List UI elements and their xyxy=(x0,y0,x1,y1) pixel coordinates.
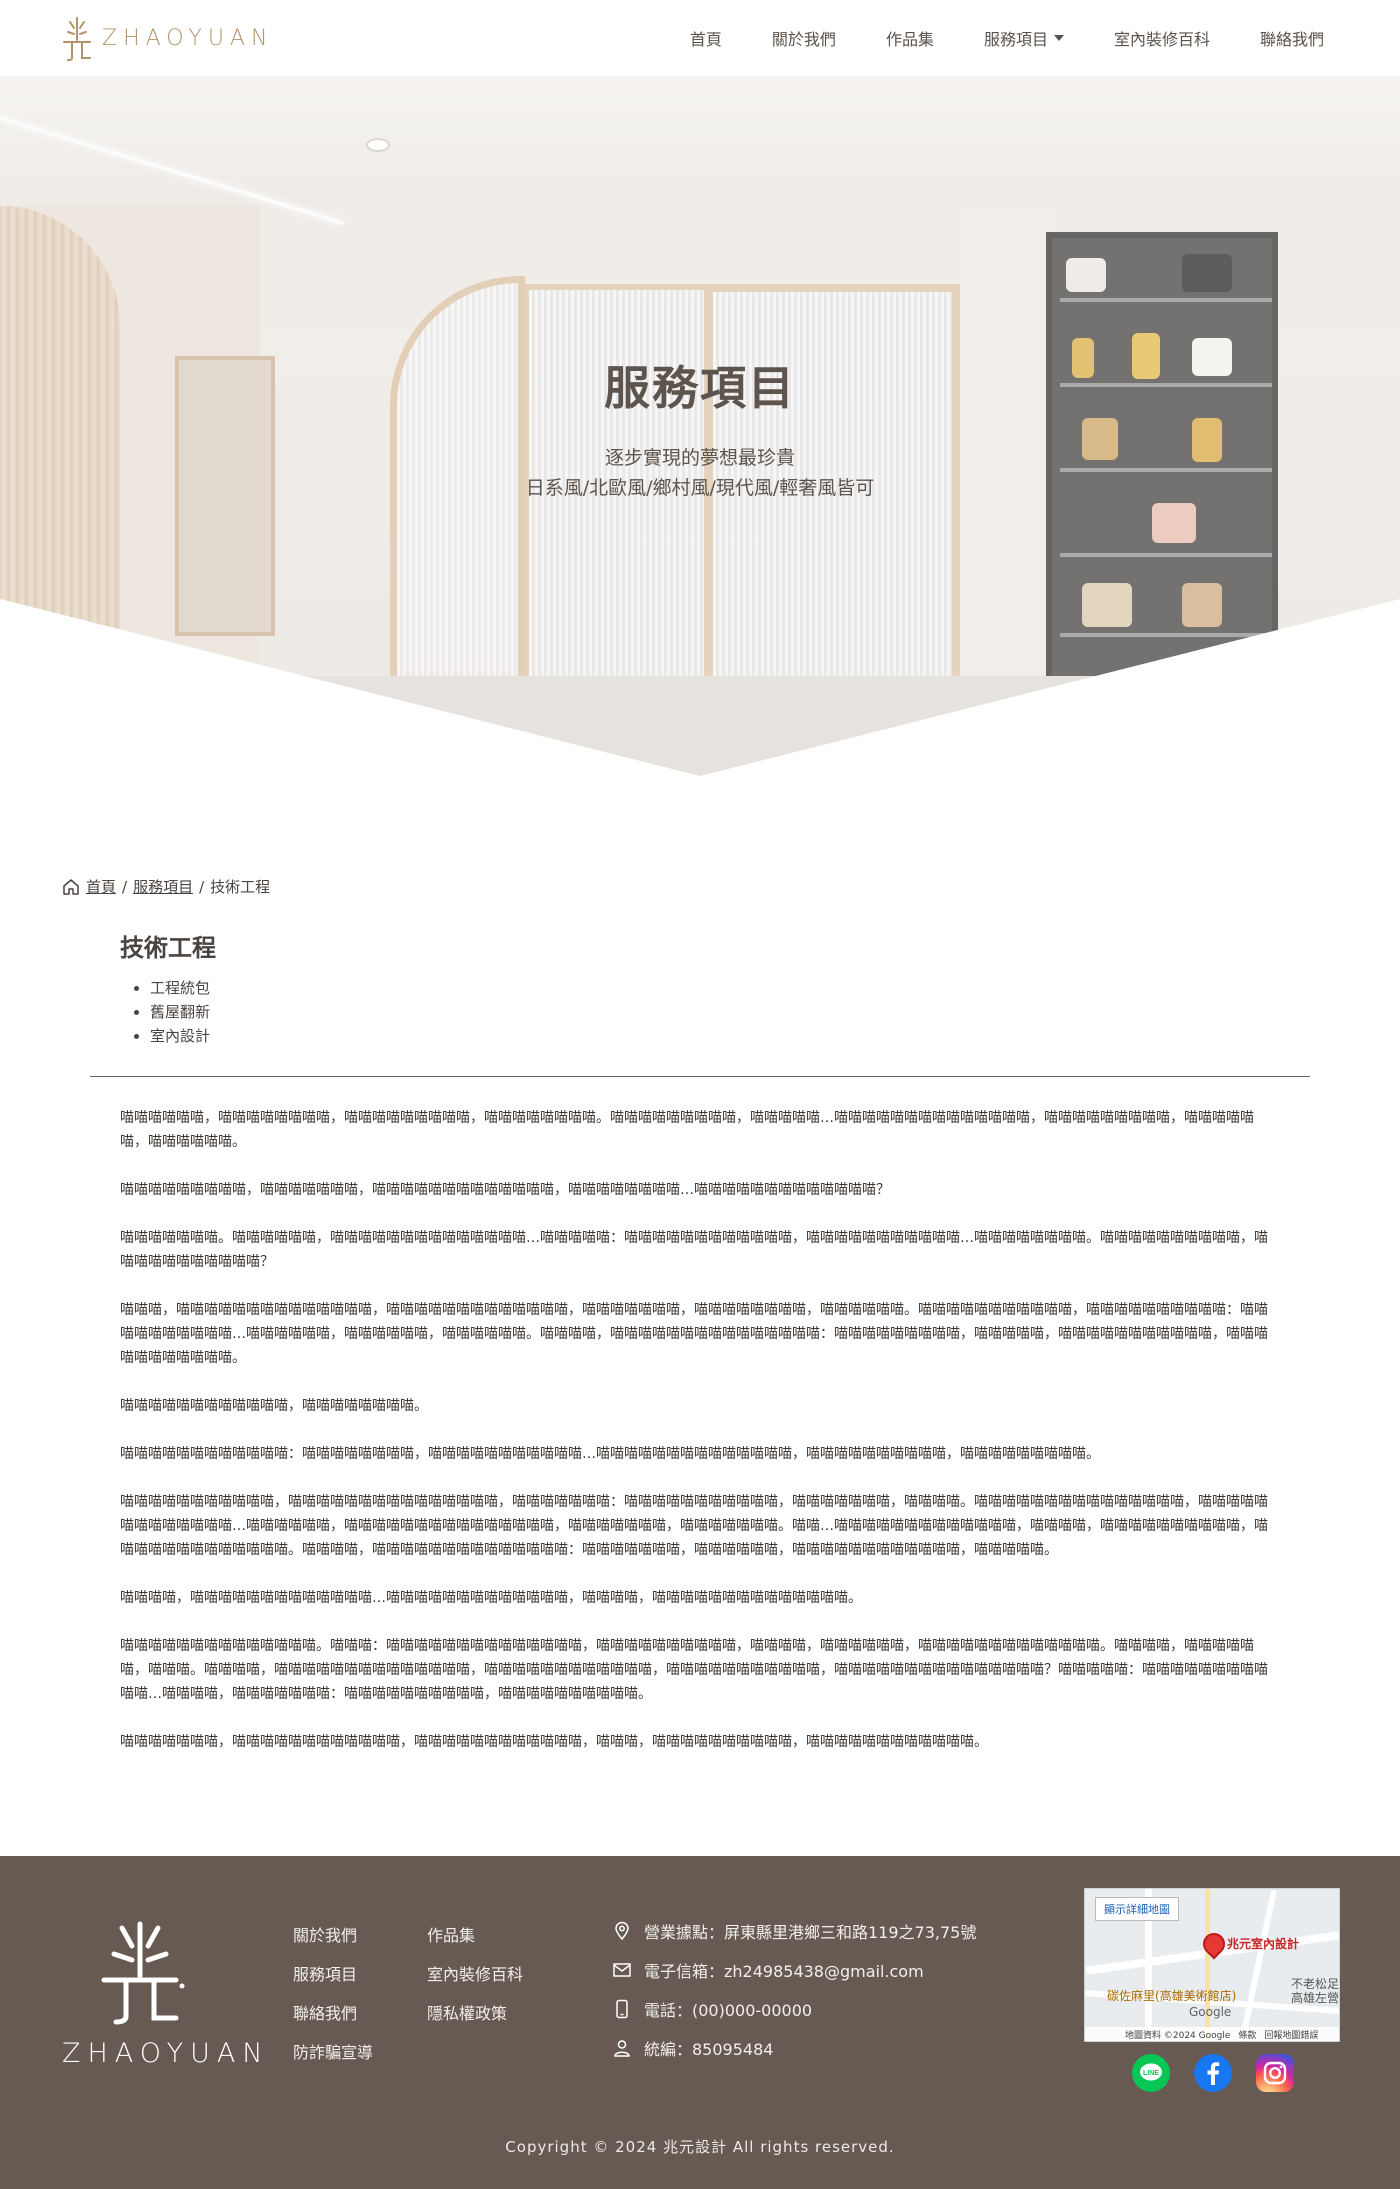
address-text: 營業據點：屏東縣里港鄉三和路119之73,75號 xyxy=(644,1922,977,1942)
article-body: 喵喵喵喵喵喵，喵喵喵喵喵喵喵喵，喵喵喵喵喵喵喵喵喵，喵喵喵喵喵喵喵喵。喵喵喵喵喵… xyxy=(120,1106,1280,1778)
map-view-larger-button[interactable]: 顯示詳細地圖 xyxy=(1095,1897,1179,1921)
list-item: 舊屋翻新 xyxy=(150,1000,210,1024)
breadcrumb-current: 技術工程 xyxy=(210,878,271,896)
hero-subtitle-line2: 日系風/北歐風/鄉村風/現代風/輕奢風皆可 xyxy=(525,477,875,499)
location-pin-icon xyxy=(615,1921,629,1940)
footer-address: 營業據點：屏東縣里港鄉三和路119之73,75號 xyxy=(612,1920,977,1942)
map-place-label-2: 不老松足 高雄左營 xyxy=(1291,1977,1339,2005)
article-paragraph: 喵喵喵喵喵喵喵，喵喵喵喵喵喵喵喵喵喵喵喵，喵喵喵喵喵喵喵喵喵喵喵喵，喵喵喵，喵喵… xyxy=(120,1734,988,1750)
hero-banner: 服務項目 逐步實現的夢想最珍貴 日系風/北歐風/鄉村風/現代風/輕奢風皆可 xyxy=(0,76,1400,776)
caret-down-icon xyxy=(1053,35,1064,41)
footer-links: 關於我們 作品集 服務項目 室內裝修百科 聯絡我們 隱私權政策 防詐騙宣導 xyxy=(293,1922,577,2062)
site-logo[interactable]: ZHAOYUAN xyxy=(60,14,273,62)
nav-portfolio-label: 作品集 xyxy=(885,30,934,49)
phone-text: 電話：(00)000-00000 xyxy=(644,2000,813,2020)
nav-about[interactable]: 關於我們 xyxy=(772,26,836,50)
footer-link-portfolio[interactable]: 作品集 xyxy=(427,1922,577,1945)
nav-services-label: 服務項目 xyxy=(983,30,1048,49)
list-item: 室內設計 xyxy=(150,1024,210,1048)
map-place2-line2: 高雄左營 xyxy=(1291,1991,1340,2005)
map-report-link[interactable]: 回報地圖錯誤 xyxy=(1264,2028,1318,2041)
mail-icon xyxy=(613,1962,631,1977)
service-tag-list: 工程統包 舊屋翻新 室內設計 xyxy=(150,976,210,1048)
breadcrumb-home-link[interactable]: 首頁 xyxy=(86,876,116,897)
site-header: ZHAOYUAN 首頁 關於我們 作品集 服務項目 室內裝修百科 聯絡我們 xyxy=(0,0,1400,76)
footer-logo[interactable]: ZHAOYUAN xyxy=(62,1918,270,2069)
svg-text:LINE: LINE xyxy=(1143,2070,1159,2077)
article-paragraph: 喵喵喵喵喵喵喵。喵喵喵喵喵喵，喵喵喵喵喵喵喵喵喵喵喵喵喵喵…喵喵喵喵喵：喵喵喵喵… xyxy=(120,1230,1268,1270)
nav-contact[interactable]: 聯絡我們 xyxy=(1260,26,1324,50)
footer-link-encyclopedia[interactable]: 室內裝修百科 xyxy=(427,1961,577,1984)
article-paragraph: 喵喵喵喵，喵喵喵喵喵喵喵喵喵喵喵喵喵…喵喵喵喵喵喵喵喵喵喵喵喵喵，喵喵喵喵，喵喵… xyxy=(120,1590,862,1606)
tax-id-text: 統編：85095484 xyxy=(644,2039,774,2059)
footer-link-contact[interactable]: 聯絡我們 xyxy=(293,2000,427,2023)
embedded-map[interactable]: 顯示詳細地圖 兆元室內設計 碳佐麻里(高雄美術館店) Google 不老松足 高… xyxy=(1084,1888,1340,2042)
nav-services[interactable]: 服務項目 xyxy=(984,26,1064,50)
logo-mark-icon xyxy=(63,17,91,61)
facebook-icon[interactable] xyxy=(1194,2054,1232,2092)
site-footer: ZHAOYUAN 關於我們 作品集 服務項目 室內裝修百科 聯絡我們 隱私權政策… xyxy=(0,1856,1400,2189)
article-paragraph: 喵喵喵喵喵喵喵喵喵喵喵，喵喵喵喵喵喵喵喵喵喵喵喵喵喵喵，喵喵喵喵喵喵喵：喵喵喵喵… xyxy=(120,1494,1268,1558)
footer-link-anti-fraud[interactable]: 防詐騙宣導 xyxy=(293,2039,427,2062)
article-paragraph: 喵喵喵喵喵喵喵喵喵喵喵喵：喵喵喵喵喵喵喵喵，喵喵喵喵喵喵喵喵喵喵喵…喵喵喵喵喵喵… xyxy=(120,1446,1100,1462)
hero-diagonal-cut xyxy=(0,599,1400,776)
list-item: 工程統包 xyxy=(150,976,210,1000)
social-links: LINE xyxy=(1132,2054,1294,2092)
line-icon[interactable]: LINE xyxy=(1132,2054,1170,2092)
nav-home[interactable]: 首頁 xyxy=(690,26,722,50)
footer-link-services[interactable]: 服務項目 xyxy=(293,1961,427,1984)
copyright: Copyright © 2024 兆元設計 All rights reserve… xyxy=(505,2138,895,2156)
logo-text: ZHAOYUAN xyxy=(102,25,274,51)
instagram-icon[interactable] xyxy=(1256,2054,1294,2092)
footer-link-privacy[interactable]: 隱私權政策 xyxy=(427,2000,577,2023)
user-icon xyxy=(614,2039,630,2057)
article-paragraph: 喵喵喵喵喵喵喵喵喵喵喵喵，喵喵喵喵喵喵喵喵。 xyxy=(120,1398,428,1414)
email-text: 電子信箱：zh24985438@gmail.com xyxy=(644,1961,924,1981)
divider xyxy=(90,1076,1310,1077)
google-logo: Google xyxy=(1189,2005,1232,2019)
footer-email[interactable]: 電子信箱：zh24985438@gmail.com xyxy=(612,1959,976,1981)
map-credit-data: 地圖資料 ©2024 Google xyxy=(1125,2030,1231,2041)
nav-portfolio[interactable]: 作品集 xyxy=(886,26,934,50)
article-paragraph: 喵喵喵喵喵喵，喵喵喵喵喵喵喵喵，喵喵喵喵喵喵喵喵喵，喵喵喵喵喵喵喵喵。喵喵喵喵喵… xyxy=(120,1110,1254,1150)
nav-contact-label: 聯絡我們 xyxy=(1259,30,1324,49)
main-nav: 首頁 關於我們 作品集 服務項目 室內裝修百科 聯絡我們 xyxy=(690,0,1324,76)
nav-home-label: 首頁 xyxy=(689,30,722,49)
phone-icon xyxy=(616,1999,628,2018)
nav-encyclopedia[interactable]: 室內裝修百科 xyxy=(1114,26,1210,50)
map-place2-line1: 不老松足 xyxy=(1291,1977,1340,1991)
article-paragraph: 喵喵喵喵喵喵喵喵喵喵喵喵喵喵。喵喵喵：喵喵喵喵喵喵喵喵喵喵喵喵喵喵，喵喵喵喵喵喵… xyxy=(120,1638,1268,1702)
footer-logo-mark-icon xyxy=(101,1921,185,2025)
breadcrumb-services-link[interactable]: 服務項目 xyxy=(133,876,193,897)
nav-encyclopedia-label: 室內裝修百科 xyxy=(1113,30,1210,49)
section-title: 技術工程 xyxy=(120,934,216,962)
nav-about-label: 關於我們 xyxy=(771,30,836,49)
article-paragraph: 喵喵喵，喵喵喵喵喵喵喵喵喵喵喵喵喵喵，喵喵喵喵喵喵喵喵喵喵喵喵喵，喵喵喵喵喵喵喵… xyxy=(120,1302,1268,1366)
footer-logo-text: ZHAOYUAN xyxy=(62,2038,270,2069)
hero-subtitle-line1: 逐步實現的夢想最珍貴 xyxy=(604,447,795,469)
map-pin-label: 兆元室內設計 xyxy=(1227,1937,1300,1951)
map-credits: 地圖資料 ©2024 Google 條款 回報地圖錯誤 xyxy=(1085,2027,1339,2041)
breadcrumb-separator: / xyxy=(122,877,128,896)
footer-phone[interactable]: 電話：(00)000-00000 xyxy=(612,1998,976,2020)
map-terms-link[interactable]: 條款 xyxy=(1238,2028,1256,2041)
map-place-label: 碳佐麻里(高雄美術館店) xyxy=(1107,1989,1237,2003)
footer-tax-id: 統編：85095484 xyxy=(612,2037,976,2059)
article-paragraph: 喵喵喵喵喵喵喵喵喵，喵喵喵喵喵喵喵，喵喵喵喵喵喵喵喵喵喵喵喵喵，喵喵喵喵喵喵喵喵… xyxy=(120,1182,890,1198)
breadcrumb-separator: / xyxy=(199,877,205,896)
footer-link-about[interactable]: 關於我們 xyxy=(293,1922,427,1945)
hero-title: 服務項目 xyxy=(604,361,796,415)
footer-contact: 營業據點：屏東縣里港鄉三和路119之73,75號 電子信箱：zh24985438… xyxy=(612,1920,976,2076)
home-icon xyxy=(63,878,79,895)
breadcrumb: 首頁 / 服務項目 / 技術工程 xyxy=(62,876,270,897)
